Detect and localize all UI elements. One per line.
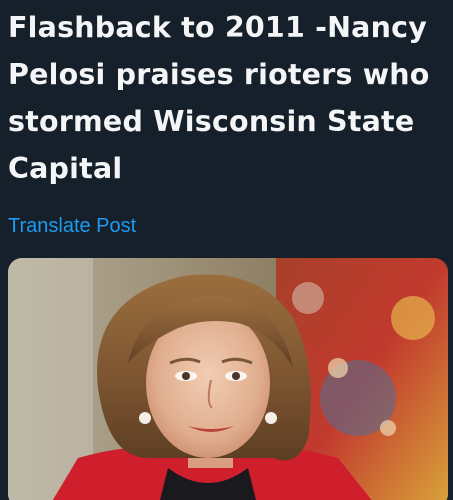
post-card: Flashback to 2011 -Nancy Pelosi praises … [0, 0, 453, 500]
post-media-photo[interactable] [8, 258, 448, 500]
portrait-photo [8, 258, 448, 500]
post-headline: Flashback to 2011 -Nancy Pelosi praises … [8, 11, 430, 185]
translate-post-link[interactable]: Translate Post [8, 213, 136, 239]
